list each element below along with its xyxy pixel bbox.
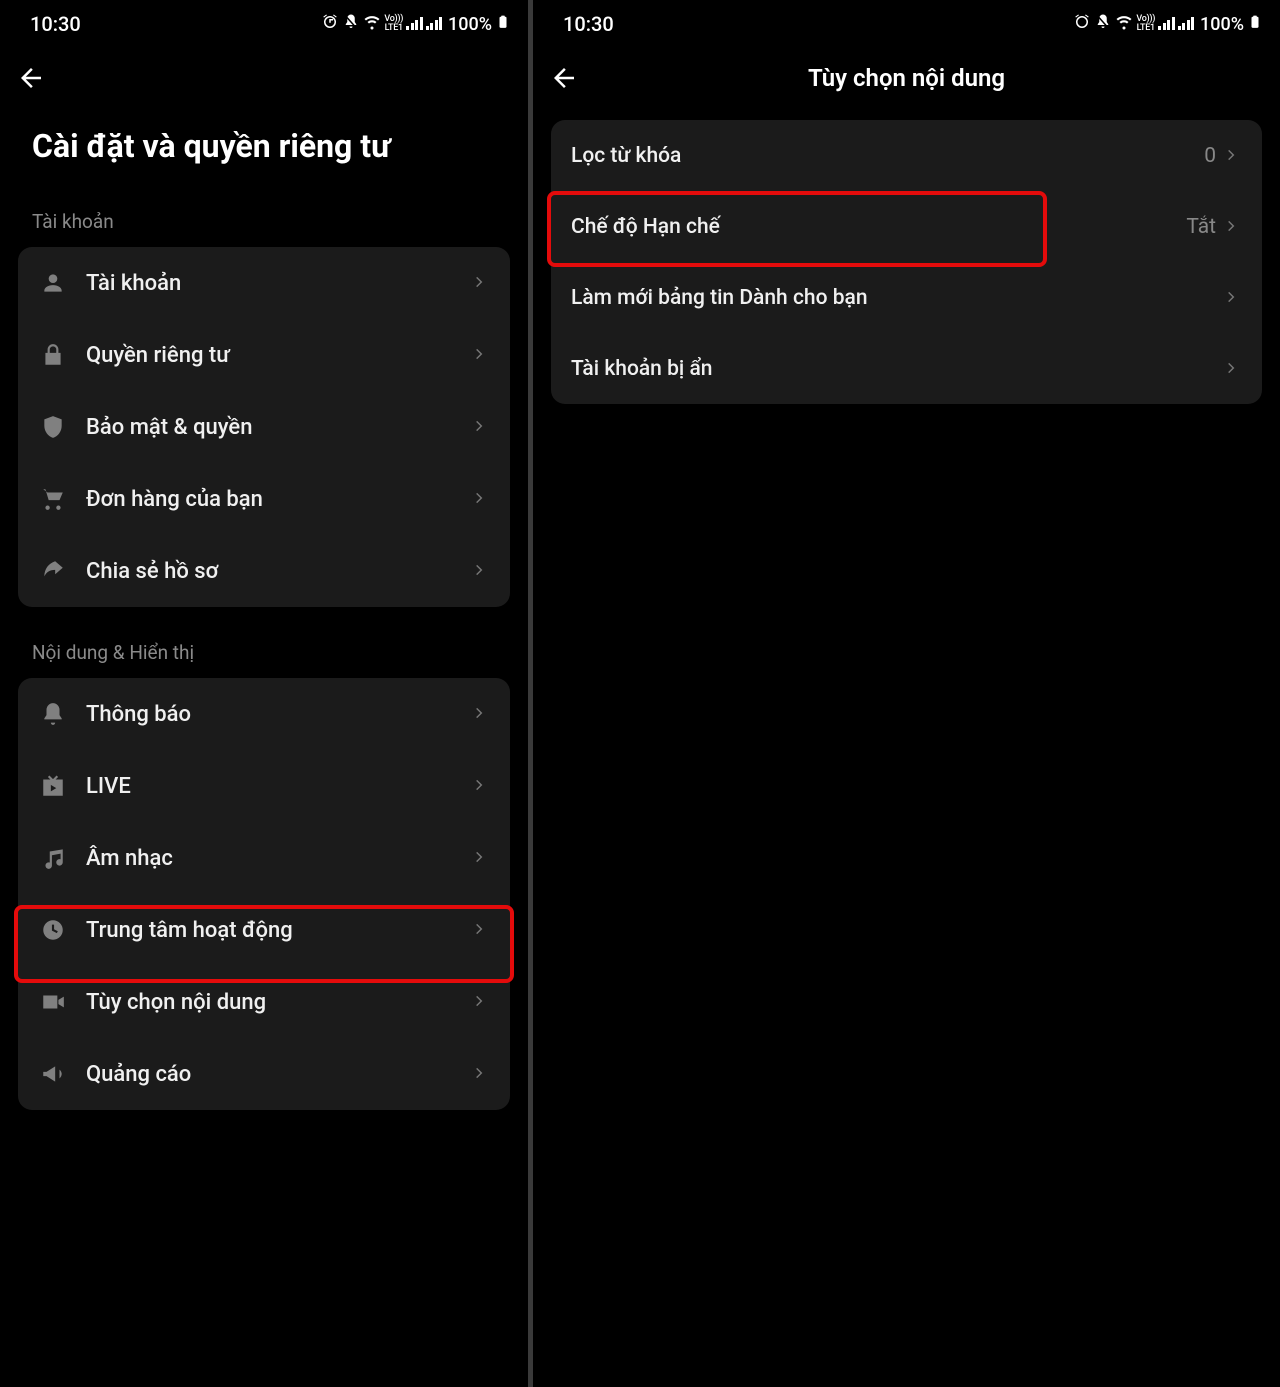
- row-label: Đơn hàng của bạn: [86, 487, 472, 512]
- row-label: Làm mới bảng tin Dành cho bạn: [571, 286, 1224, 310]
- row-label: Tài khoản bị ẩn: [571, 357, 1224, 381]
- music-icon: [38, 843, 68, 873]
- back-button[interactable]: [14, 61, 48, 95]
- alarm-icon: [321, 13, 339, 36]
- chevron-right-icon: [1224, 360, 1242, 378]
- chevron-right-icon: [472, 562, 490, 580]
- header: Tùy chọn nội dung: [533, 42, 1280, 106]
- row-privacy[interactable]: Quyền riêng tư: [18, 319, 510, 391]
- row-music[interactable]: Âm nhạc: [18, 822, 510, 894]
- wifi-icon: [1115, 13, 1133, 36]
- row-label: Lọc từ khóa: [571, 144, 1204, 168]
- row-restricted-mode[interactable]: Chế độ Hạn chế Tắt: [551, 191, 1262, 262]
- megaphone-icon: [38, 1059, 68, 1089]
- battery-percent: 100%: [448, 14, 492, 35]
- card-content: Thông báo LIVE Âm nhạc Trung tâm hoạt độ…: [18, 678, 510, 1110]
- status-bar: 10:30 Vo)))LTE1 100%: [0, 0, 528, 42]
- signal-icon-2: [426, 14, 443, 35]
- battery-percent: 100%: [1200, 14, 1244, 35]
- row-label: Chia sẻ hồ sơ: [86, 559, 472, 584]
- row-label: Trung tâm hoạt động: [86, 918, 472, 943]
- chevron-right-icon: [472, 1065, 490, 1083]
- row-refresh-feed[interactable]: Làm mới bảng tin Dành cho bạn: [551, 262, 1262, 333]
- video-icon: [38, 987, 68, 1017]
- chevron-right-icon: [472, 274, 490, 292]
- status-bar: 10:30 Vo)))LTE1 100%: [533, 0, 1280, 42]
- row-keyword-filter[interactable]: Lọc từ khóa 0: [551, 120, 1262, 191]
- volte-icon: Vo)))LTE1: [384, 15, 403, 33]
- row-security[interactable]: Bảo mật & quyền: [18, 391, 510, 463]
- signal-icon-1: [1158, 14, 1175, 35]
- cart-icon: [38, 484, 68, 514]
- header-title: Tùy chọn nội dung: [533, 64, 1280, 92]
- status-time: 10:30: [563, 12, 614, 36]
- screen-settings-privacy: 10:30 Vo)))LTE1 100% Cài đặt và quyền ri…: [0, 0, 528, 1387]
- signal-icon-2: [1178, 14, 1195, 35]
- tv-icon: [38, 771, 68, 801]
- battery-icon: [1248, 11, 1262, 38]
- row-label: Âm nhạc: [86, 846, 472, 871]
- chevron-right-icon: [472, 705, 490, 723]
- page-title: Cài đặt và quyền riêng tư: [0, 106, 528, 176]
- row-label: Thông báo: [86, 702, 472, 727]
- status-right: Vo)))LTE1 100%: [321, 11, 510, 38]
- chevron-right-icon: [1224, 147, 1242, 165]
- row-activity-center[interactable]: Trung tâm hoạt động: [18, 894, 510, 966]
- clock-icon: [38, 915, 68, 945]
- status-icons: Vo)))LTE1: [1073, 13, 1194, 36]
- chevron-right-icon: [1224, 289, 1242, 307]
- share-icon: [38, 556, 68, 586]
- row-label: Bảo mật & quyền: [86, 415, 472, 440]
- card-account: Tài khoản Quyền riêng tư Bảo mật & quyền…: [18, 247, 510, 607]
- row-account[interactable]: Tài khoản: [18, 247, 510, 319]
- row-hidden-accounts[interactable]: Tài khoản bị ẩn: [551, 333, 1262, 404]
- row-value: 0: [1204, 144, 1216, 168]
- chevron-right-icon: [1224, 218, 1242, 236]
- row-label: Quyền riêng tư: [86, 343, 472, 368]
- row-orders[interactable]: Đơn hàng của bạn: [18, 463, 510, 535]
- person-icon: [38, 268, 68, 298]
- chevron-right-icon: [472, 346, 490, 364]
- wifi-icon: [363, 13, 381, 36]
- alarm-icon: [1073, 13, 1091, 36]
- volte-icon: Vo)))LTE1: [1136, 15, 1155, 33]
- row-label: LIVE: [86, 774, 472, 799]
- signal-icon-1: [406, 14, 423, 35]
- header: [0, 42, 528, 106]
- chevron-right-icon: [472, 849, 490, 867]
- chevron-right-icon: [472, 993, 490, 1011]
- card-content-prefs: Lọc từ khóa 0 Chế độ Hạn chế Tắt Làm mới…: [551, 120, 1262, 404]
- row-ads[interactable]: Quảng cáo: [18, 1038, 510, 1110]
- mute-icon: [1094, 13, 1112, 36]
- section-label-content: Nội dung & Hiển thị: [0, 607, 528, 678]
- shield-icon: [38, 412, 68, 442]
- status-right: Vo)))LTE1 100%: [1073, 11, 1262, 38]
- row-label: Tài khoản: [86, 271, 472, 296]
- row-label: Chế độ Hạn chế: [571, 215, 1186, 239]
- section-label-account: Tài khoản: [0, 176, 528, 247]
- mute-icon: [342, 13, 360, 36]
- status-time: 10:30: [30, 12, 81, 36]
- row-share-profile[interactable]: Chia sẻ hồ sơ: [18, 535, 510, 607]
- row-notifications[interactable]: Thông báo: [18, 678, 510, 750]
- chevron-right-icon: [472, 921, 490, 939]
- bell-icon: [38, 699, 68, 729]
- row-value: Tắt: [1186, 215, 1216, 239]
- row-label: Tùy chọn nội dung: [86, 990, 472, 1015]
- screen-content-preferences: 10:30 Vo)))LTE1 100% Tùy chọn nội dung L…: [533, 0, 1280, 1387]
- chevron-right-icon: [472, 777, 490, 795]
- lock-icon: [38, 340, 68, 370]
- battery-icon: [496, 11, 510, 38]
- row-label: Quảng cáo: [86, 1062, 472, 1087]
- status-icons: Vo)))LTE1: [321, 13, 442, 36]
- row-content-preferences[interactable]: Tùy chọn nội dung: [18, 966, 510, 1038]
- chevron-right-icon: [472, 418, 490, 436]
- chevron-right-icon: [472, 490, 490, 508]
- row-live[interactable]: LIVE: [18, 750, 510, 822]
